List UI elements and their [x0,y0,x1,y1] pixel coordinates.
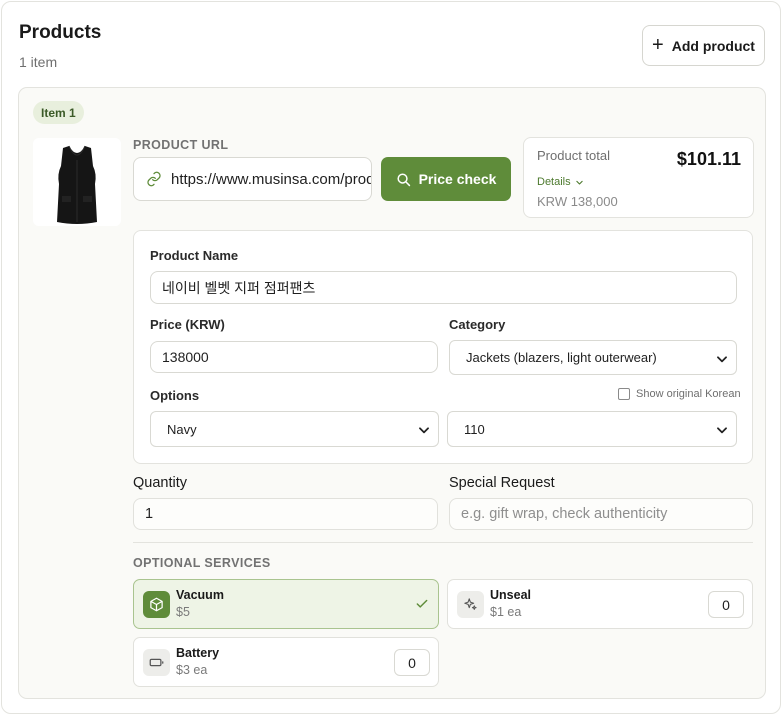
special-request-input[interactable]: e.g. gift wrap, check authenticity [449,498,753,530]
special-request-label: Special Request [449,475,555,491]
sparkle-icon [457,591,484,618]
krw-price: KRW 138,000 [537,194,618,209]
category-value: Jackets (blazers, light outerwear) [466,350,657,365]
product-details-form: Product Name 네이비 벨벳 지퍼 점퍼팬츠 Price (KRW) … [133,230,753,464]
products-card: Products 1 item + Add product Item 1 PRO… [1,1,781,714]
details-label: Details [537,176,571,188]
product-image [33,138,121,226]
chevron-down-icon [419,427,429,434]
item-panel: Item 1 PRODUCT URL Pri [18,87,766,699]
product-thumbnail [33,138,121,226]
category-select[interactable]: Jackets (blazers, light outerwear) [449,340,737,375]
service-price: $5 [176,605,190,619]
search-icon [397,172,410,186]
product-total-card: Product total $101.11 Details KRW 138,00… [523,137,754,218]
quantity-label: Quantity [133,475,187,491]
option-color-select[interactable]: Navy [150,411,439,447]
price-label: Price (KRW) [150,317,225,332]
option-color-value: Navy [167,421,197,437]
price-check-label: Price check [418,171,497,187]
chevron-down-icon [575,180,583,185]
option-size-value: 110 [464,421,485,437]
show-korean-checkbox[interactable] [618,388,630,400]
product-url-field[interactable] [133,157,372,201]
product-url-label: PRODUCT URL [133,138,229,152]
product-name-label: Product Name [150,248,239,263]
option-size-select[interactable]: 110 [447,411,737,447]
battery-icon [143,649,170,676]
service-price: $3 ea [176,663,208,677]
service-unseal[interactable]: Unseal $1 ea 0 [447,579,753,629]
quantity-stepper[interactable]: 0 [708,591,744,618]
package-icon [143,591,170,618]
service-name: Unseal [490,588,531,602]
product-total-value: $101.11 [676,149,741,169]
chevron-down-icon [717,356,727,363]
plus-icon: + [652,33,664,56]
chevron-down-icon [717,427,727,434]
item-badge: Item 1 [33,101,84,124]
add-product-label: Add product [671,37,755,54]
price-check-button[interactable]: Price check [381,157,511,201]
service-vacuum[interactable]: Vacuum $5 [133,579,439,629]
link-icon [147,171,161,187]
category-label: Category [449,317,506,332]
divider [133,542,753,543]
add-product-button[interactable]: + Add product [642,25,765,66]
quantity-stepper[interactable]: 0 [394,649,430,676]
show-korean-label: Show original Korean [636,388,741,400]
optional-services-label: OPTIONAL SERVICES [133,556,271,570]
service-price: $1 ea [490,605,522,619]
item-count: 1 item [19,54,58,70]
product-url-input[interactable] [171,170,371,188]
service-name: Battery [176,646,220,660]
quantity-input[interactable]: 1 [133,498,438,530]
details-toggle[interactable]: Details [537,176,584,188]
show-korean-toggle[interactable]: Show original Korean [618,388,741,400]
product-name-input[interactable]: 네이비 벨벳 지퍼 점퍼팬츠 [150,271,737,304]
check-icon [416,599,428,608]
service-battery[interactable]: Battery $3 ea 0 [133,637,439,687]
service-name: Vacuum [176,588,224,602]
price-input[interactable]: 138000 [150,341,438,373]
page-title: Products [19,22,102,43]
options-label: Options [150,388,200,403]
product-total-label: Product total [537,148,610,163]
